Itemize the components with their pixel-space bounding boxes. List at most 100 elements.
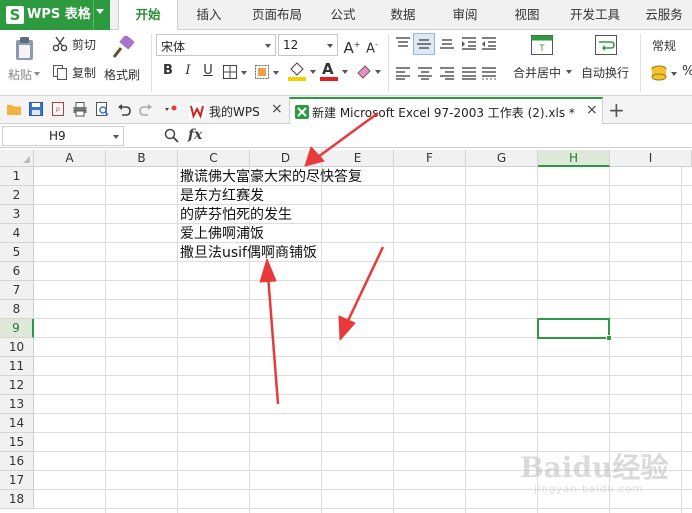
column-header-H[interactable]: H (538, 150, 610, 167)
row-header-4[interactable]: 4 (0, 224, 34, 243)
tab-data[interactable]: 数据 (380, 0, 426, 30)
distributed-icon[interactable] (480, 66, 498, 80)
column-header-C[interactable]: C (178, 150, 250, 167)
borders-button[interactable] (222, 63, 250, 81)
fill-color-button[interactable] (288, 61, 318, 83)
export-pdf-icon[interactable]: P (50, 101, 66, 117)
indent-icon[interactable] (460, 36, 478, 50)
tab-current-document-label: 新建 Microsoft Excel 97-2003 工作表 (2).xls * (312, 106, 575, 120)
zoom-icon[interactable] (164, 128, 179, 143)
align-left-icon[interactable] (394, 66, 412, 80)
decrease-font-size-button[interactable]: A- (362, 35, 382, 56)
clear-format-button[interactable] (356, 62, 382, 82)
align-middle-button[interactable] (413, 33, 435, 55)
row-header-7[interactable]: 7 (0, 281, 34, 300)
row-header-10[interactable]: 10 (0, 338, 34, 357)
formula-input[interactable] (220, 126, 690, 146)
column-header-F[interactable]: F (394, 150, 466, 167)
align-center-icon[interactable] (416, 66, 434, 80)
cell-C3[interactable]: 的萨芬怕死的发生 (180, 206, 292, 225)
justify-icon[interactable] (460, 66, 478, 80)
font-name-select[interactable]: 宋体 (156, 34, 276, 56)
paste-button[interactable]: 粘贴 (8, 36, 42, 92)
chevron-down-icon[interactable] (113, 135, 119, 139)
row-header-3[interactable]: 3 (0, 205, 34, 224)
clipboard-icon (16, 37, 33, 60)
row-header-14[interactable]: 14 (0, 414, 34, 433)
save-icon[interactable] (28, 101, 44, 117)
align-right-icon[interactable] (438, 66, 456, 80)
tab-my-wps[interactable]: 我的WPS × (185, 98, 285, 124)
row-header-12[interactable]: 12 (0, 376, 34, 395)
row-header-1[interactable]: 1 (0, 167, 34, 186)
align-top-icon[interactable] (394, 36, 412, 50)
row-header-11[interactable]: 11 (0, 357, 34, 376)
merge-cells-style-button[interactable] (254, 63, 282, 81)
tab-insert[interactable]: 插入 (186, 0, 232, 30)
app-menu-button[interactable]: S WPS 表格 (0, 0, 110, 30)
row-header-13[interactable]: 13 (0, 395, 34, 414)
font-color-button[interactable]: A (320, 60, 350, 83)
tab-page-layout[interactable]: 页面布局 (244, 0, 310, 30)
row-header-16[interactable]: 16 (0, 452, 34, 471)
underline-button[interactable]: U (198, 61, 218, 81)
copy-button[interactable]: 复制 (52, 64, 100, 82)
wrap-text-button[interactable]: 自动换行 (580, 34, 636, 90)
tab-current-document[interactable]: 新建 Microsoft Excel 97-2003 工作表 (2).xls *… (289, 97, 603, 125)
cell-C2[interactable]: 是东方红赛发 (180, 187, 264, 206)
align-bottom-icon[interactable] (438, 36, 456, 50)
increase-font-size-button[interactable]: A+ (342, 35, 362, 57)
row-header-6[interactable]: 6 (0, 262, 34, 281)
font-size-select[interactable]: 12 (278, 34, 338, 56)
close-icon[interactable]: × (586, 102, 598, 118)
row-header-2[interactable]: 2 (0, 186, 34, 205)
bold-button[interactable]: B (158, 61, 178, 81)
cell-C5[interactable]: 撒旦法usif偶啊商铺饭 (180, 244, 317, 263)
undo-icon[interactable] (116, 101, 132, 117)
column-header-D[interactable]: D (250, 150, 322, 167)
row-header-15[interactable]: 15 (0, 433, 34, 452)
customize-toolbar-icon[interactable] (164, 104, 178, 116)
row-header-9[interactable]: 9 (0, 319, 34, 338)
cell-C4[interactable]: 爱上佛啊浦饭 (180, 225, 264, 244)
column-header-I[interactable]: I (610, 150, 692, 167)
cell-C1[interactable]: 撒谎佛大富豪大宋的尽快答复 (180, 168, 362, 187)
column-header-G[interactable]: G (466, 150, 538, 167)
number-format-select[interactable]: 常规 (646, 34, 692, 56)
merge-center-button[interactable]: T 合并居中 (510, 34, 572, 90)
percent-style-button[interactable]: % (682, 64, 692, 79)
tab-cloud-service[interactable]: 云服务 (636, 0, 692, 30)
open-folder-icon[interactable] (6, 101, 22, 117)
column-header-E[interactable]: E (322, 150, 394, 167)
chevron-down-icon (566, 70, 572, 74)
active-cell-H9[interactable] (537, 318, 610, 339)
currency-format-button[interactable] (650, 64, 680, 84)
column-header-A[interactable]: A (34, 150, 106, 167)
format-painter-button[interactable]: 格式刷 (102, 36, 146, 92)
insert-function-button[interactable]: fx (188, 127, 202, 143)
row-header-8[interactable]: 8 (0, 300, 34, 319)
tab-view[interactable]: 视图 (504, 0, 550, 30)
print-icon[interactable] (72, 101, 88, 117)
tab-formulas[interactable]: 公式 (320, 0, 366, 30)
tab-review[interactable]: 审阅 (442, 0, 488, 30)
cut-button[interactable]: 剪切 (52, 36, 100, 54)
paste-dropdown-icon[interactable] (34, 72, 40, 76)
italic-button[interactable]: I (178, 61, 198, 81)
fill-handle[interactable] (606, 335, 612, 341)
column-header-B[interactable]: B (106, 150, 178, 167)
outdent-icon[interactable] (480, 36, 498, 50)
tab-home[interactable]: 开始 (118, 0, 178, 31)
name-box[interactable]: H9 (2, 126, 124, 146)
row-header-5[interactable]: 5 (0, 243, 34, 262)
redo-icon[interactable] (138, 101, 154, 117)
tab-developer[interactable]: 开发工具 (562, 0, 628, 30)
print-preview-icon[interactable] (94, 101, 110, 117)
new-tab-button[interactable]: + (608, 98, 626, 122)
row-header-18[interactable]: 18 (0, 490, 34, 509)
app-menu-divider (93, 0, 94, 30)
select-all-corner[interactable] (0, 150, 34, 167)
chevron-down-icon[interactable] (96, 9, 104, 14)
close-icon[interactable]: × (271, 101, 283, 117)
row-header-17[interactable]: 17 (0, 471, 34, 490)
